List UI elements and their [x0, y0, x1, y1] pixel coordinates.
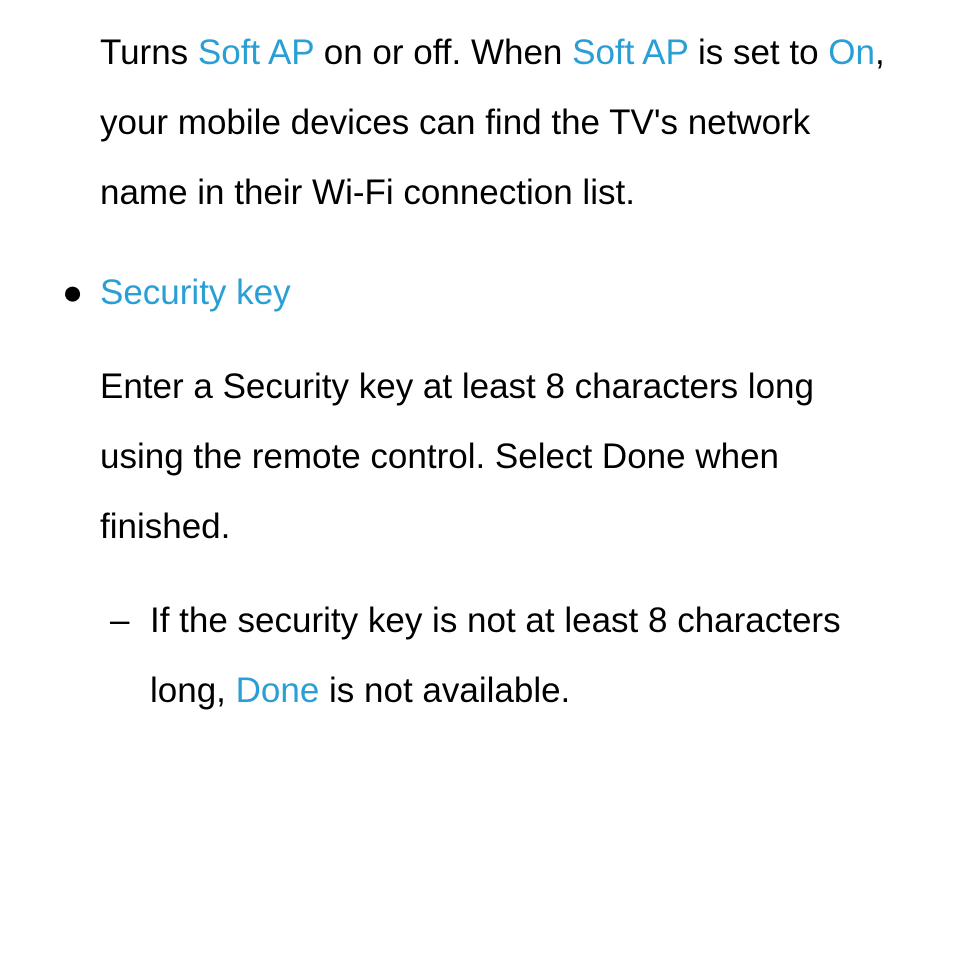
- security-key-note: – If the security key is not at least 8 …: [100, 586, 904, 726]
- soft-ap-term: Soft AP: [198, 33, 314, 72]
- note-content: If the security key is not at least 8 ch…: [150, 586, 904, 726]
- text-segment: Turns: [100, 33, 198, 72]
- on-term: On: [828, 33, 875, 72]
- dash-icon: –: [100, 586, 150, 726]
- text-segment: on or off. When: [314, 33, 572, 72]
- soft-ap-term: Soft AP: [572, 33, 688, 72]
- security-key-description: Enter a Security key at least 8 characte…: [100, 352, 904, 562]
- done-term: Done: [236, 671, 320, 710]
- bullet-icon: ●: [50, 258, 100, 328]
- text-segment: is not available.: [319, 671, 570, 710]
- security-key-heading: ● Security key: [50, 258, 904, 328]
- security-key-label: Security key: [100, 258, 291, 328]
- soft-ap-description: Turns Soft AP on or off. When Soft AP is…: [100, 18, 904, 228]
- text-segment: is set to: [688, 33, 828, 72]
